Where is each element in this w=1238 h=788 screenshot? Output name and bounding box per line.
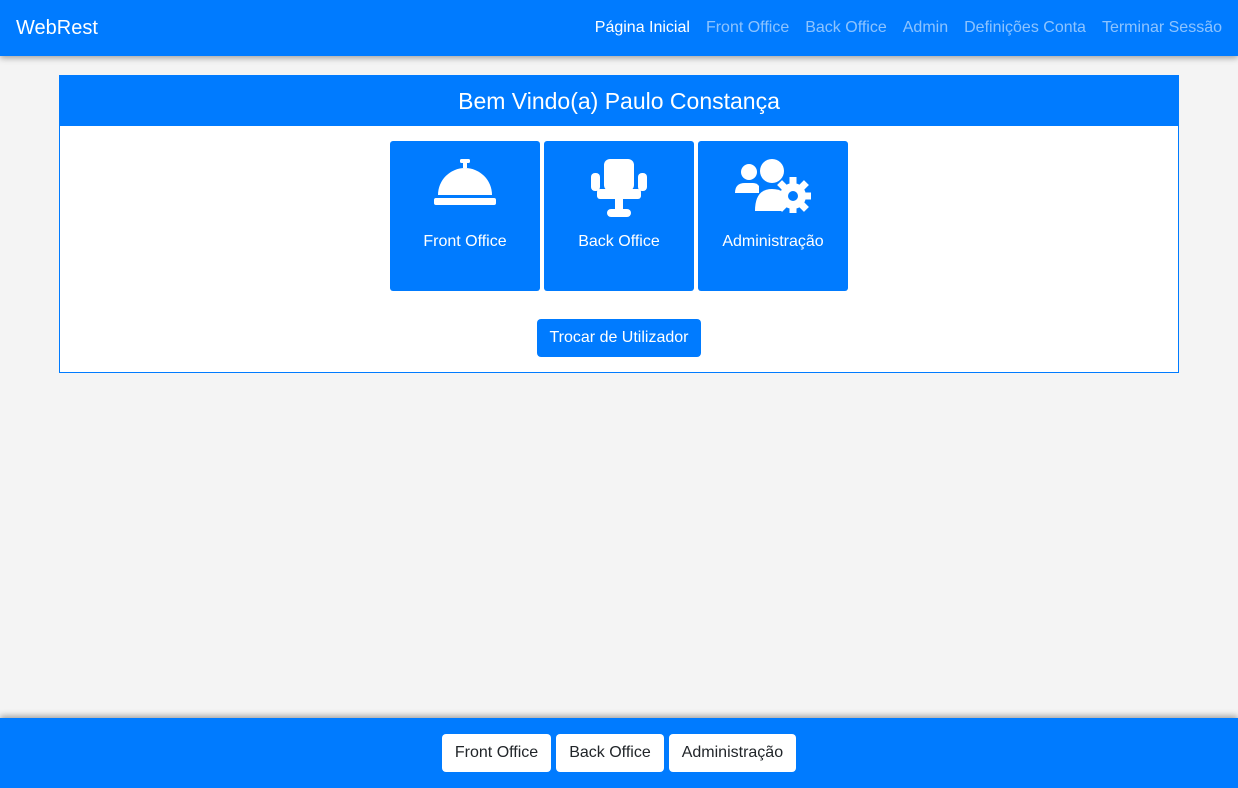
nav-link-logout[interactable]: Terminar Sessão (1102, 19, 1222, 37)
back-office-tile[interactable]: Back Office (544, 141, 694, 291)
footer-administracao-button[interactable]: Administração (668, 734, 797, 772)
welcome-title: Bem Vindo(a) Paulo Constança (60, 76, 1178, 126)
back-office-tile-label: Back Office (578, 233, 660, 250)
nav-link-pagina-inicial[interactable]: Página Inicial (595, 19, 690, 37)
module-tiles: Front Office Back Office Administração (60, 141, 1178, 291)
administracao-tile-label: Administração (722, 233, 824, 250)
top-navbar: WebRest Página Inicial Front Office Back… (0, 0, 1238, 56)
switch-user-button[interactable]: Trocar de Utilizador (537, 319, 701, 357)
nav-link-account-settings[interactable]: Definições Conta (964, 19, 1086, 37)
nav-link-front-office[interactable]: Front Office (706, 19, 789, 37)
nav-links: Página Inicial Front Office Back Office … (579, 19, 1222, 37)
brand-link[interactable]: WebRest (16, 17, 98, 40)
front-office-tile-label: Front Office (423, 233, 507, 250)
switch-user-wrap: Trocar de Utilizador (60, 319, 1178, 357)
administracao-tile[interactable]: Administração (698, 141, 848, 291)
bottom-bar: Front Office Back Office Administração (0, 718, 1238, 788)
welcome-card: Bem Vindo(a) Paulo Constança Front Offic… (59, 75, 1179, 373)
front-office-tile[interactable]: Front Office (390, 141, 540, 291)
chair-icon (579, 159, 659, 219)
users-cog-icon (733, 159, 813, 219)
nav-link-back-office[interactable]: Back Office (805, 19, 887, 37)
footer-back-office-button[interactable]: Back Office (556, 734, 664, 772)
nav-link-admin[interactable]: Admin (903, 19, 948, 37)
concierge-bell-icon (425, 159, 505, 219)
footer-front-office-button[interactable]: Front Office (441, 734, 552, 772)
